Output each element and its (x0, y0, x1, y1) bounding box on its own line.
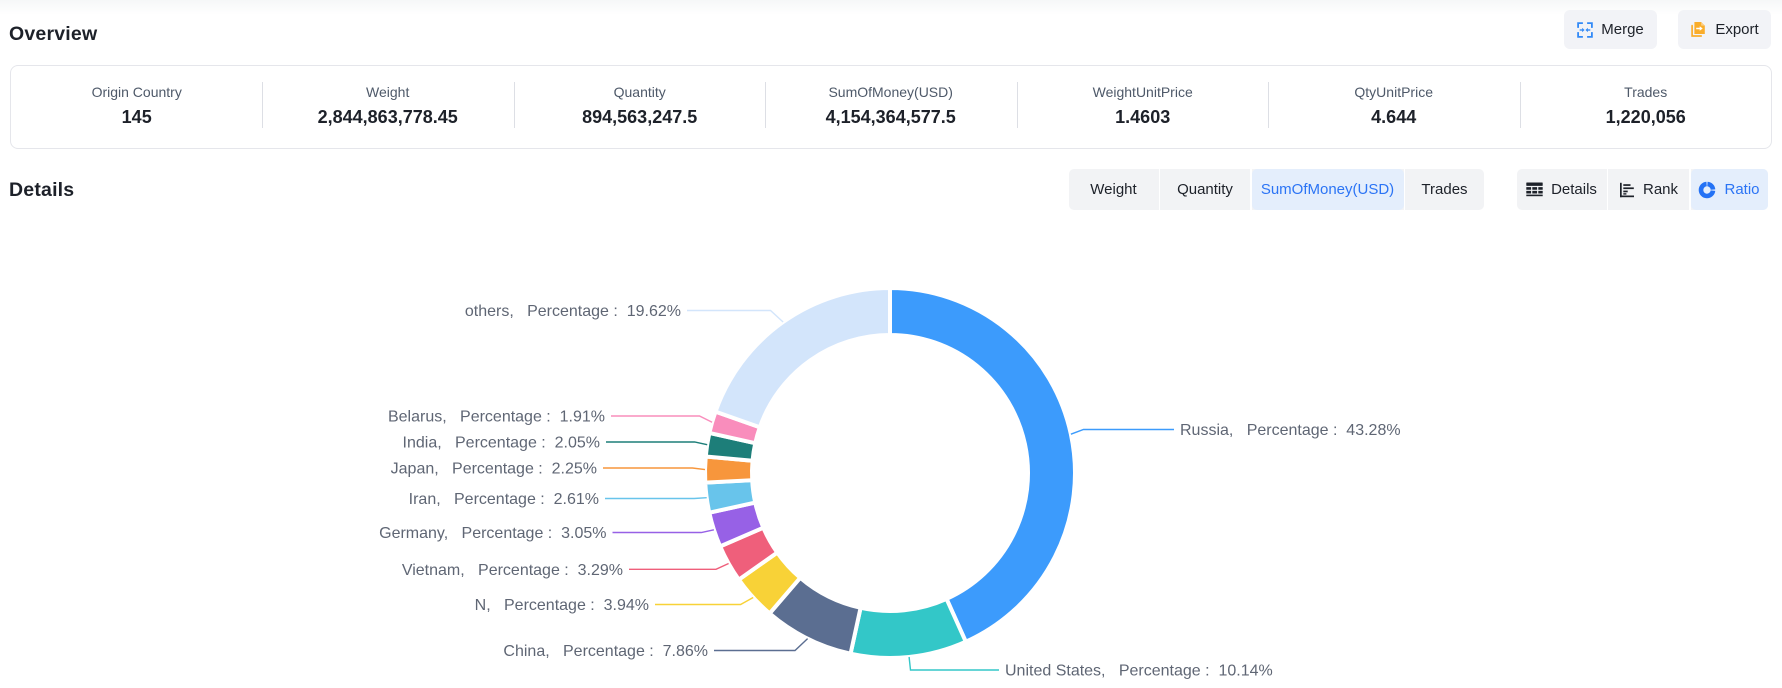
svg-text:Japan, Percentage : 2.25%: Japan, Percentage : 2.25% (391, 461, 597, 478)
svg-text:Germany, Percentage : 3.05%: Germany, Percentage : 3.05% (379, 525, 606, 542)
svg-text:Iran, Percentage : 2.61%: Iran, Percentage : 2.61% (409, 491, 599, 508)
svg-text:N, Percentage : 3.94%: N, Percentage : 3.94% (475, 597, 649, 614)
svg-text:United States, Percentage :: United States, Percentage : 10.14% (1005, 663, 1273, 680)
svg-text:China, Percentage : 7.86%: China, Percentage : 7.86% (503, 643, 708, 660)
svg-text:Belarus, Percentage : 1.91%: Belarus, Percentage : 1.91% (388, 409, 605, 426)
svg-text:Russia, Percentage : 43.28%: Russia, Percentage : 43.28% (1180, 422, 1401, 439)
svg-text:others, Percentage : 19.62%: others, Percentage : 19.62% (465, 303, 681, 320)
svg-text:Vietnam, Percentage : 3.29%: Vietnam, Percentage : 3.29% (402, 562, 623, 579)
svg-text:India, Percentage : 2.05%: India, Percentage : 2.05% (403, 435, 600, 452)
